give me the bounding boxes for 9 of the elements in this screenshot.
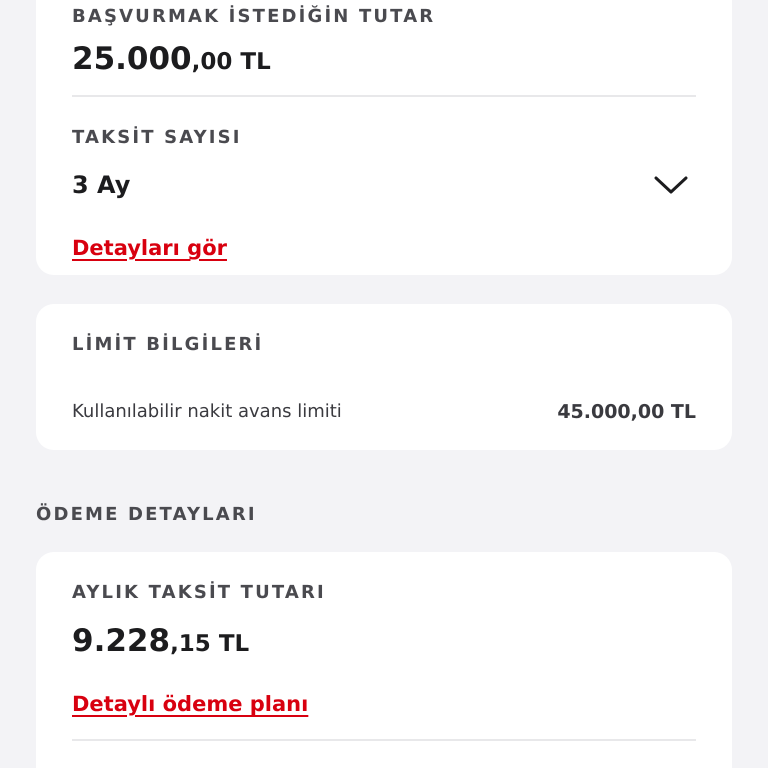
payment-plan-link[interactable]: Detaylı ödeme planı xyxy=(72,689,308,720)
limit-label: Kullanılabilir nakit avans limiti xyxy=(72,400,342,424)
amount-text: 9.228,15 TL xyxy=(72,626,250,657)
chevron-down-icon xyxy=(654,175,688,195)
card-title: LİMİT BİLGİLERİ xyxy=(72,336,264,354)
limit-value: 45.000,00 TL xyxy=(557,400,696,424)
amount-text: 25.000,00 TL xyxy=(72,44,272,75)
installment-dropdown[interactable]: 3 Ay xyxy=(72,167,696,203)
details-link[interactable]: Detayları gör xyxy=(72,233,227,264)
